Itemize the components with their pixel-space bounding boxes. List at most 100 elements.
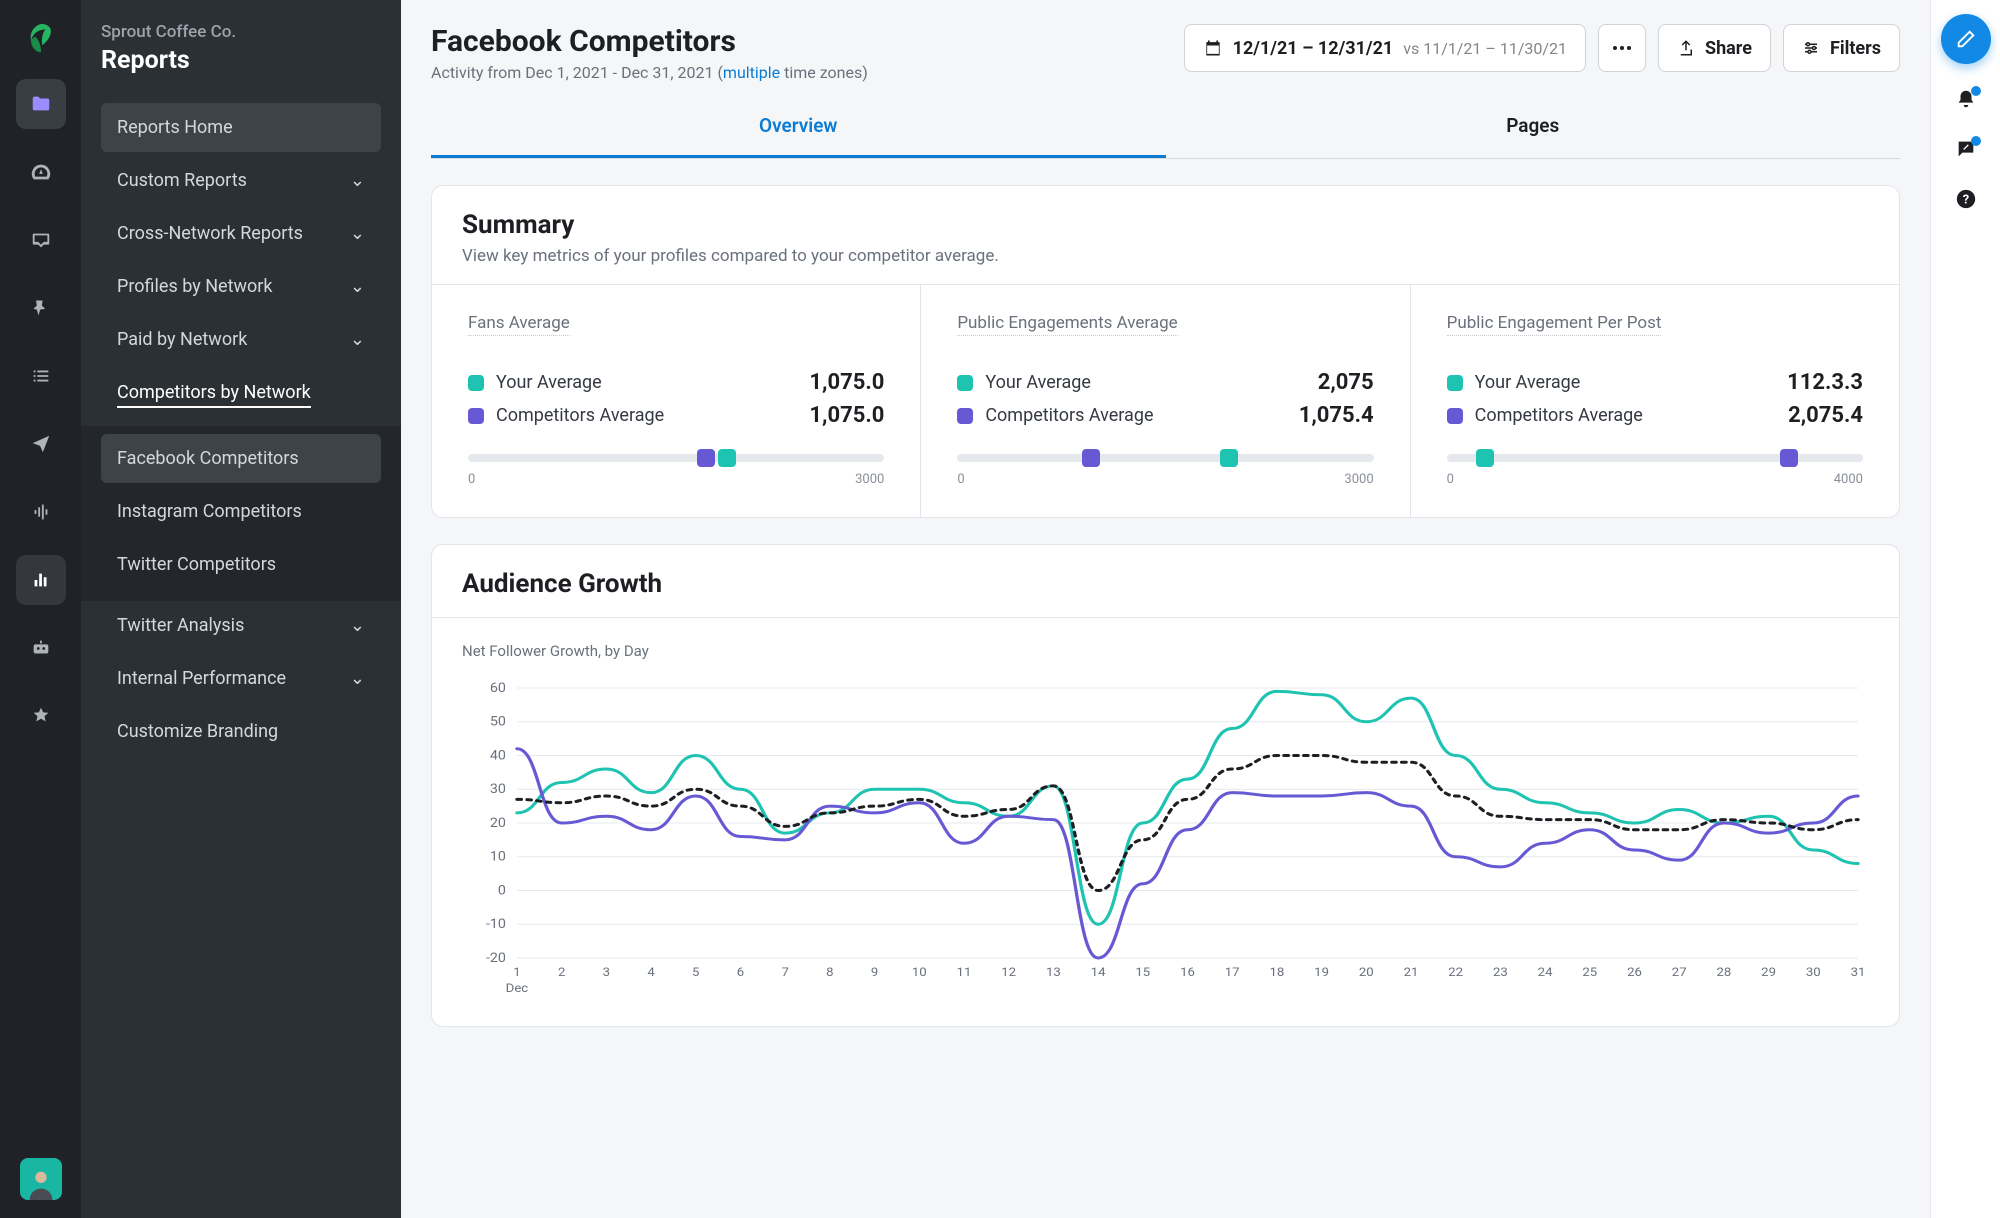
legend-swatch-purple — [957, 408, 973, 424]
sidebar-customize-branding[interactable]: Customize Branding — [101, 707, 381, 756]
metric-comp: Competitors Average 2,075.4 — [1447, 403, 1863, 428]
svg-text:19: 19 — [1314, 966, 1329, 980]
compose-icon — [1955, 28, 1977, 50]
summary-card: Summary View key metrics of your profile… — [431, 185, 1900, 518]
svg-text:11: 11 — [957, 966, 972, 980]
chevron-down-icon: ⌄ — [350, 329, 365, 350]
svg-text:29: 29 — [1761, 966, 1776, 980]
sidebar-twitter-competitors[interactable]: Twitter Competitors — [101, 540, 381, 589]
tab-overview[interactable]: Overview — [431, 96, 1166, 158]
sidebar-section-title: Reports — [101, 46, 381, 75]
chevron-down-icon: ⌄ — [350, 615, 365, 636]
legend-swatch-teal — [468, 375, 484, 391]
svg-text:30: 30 — [490, 782, 506, 797]
growth-title: Audience Growth — [462, 569, 1869, 599]
nav-bot-icon[interactable] — [16, 623, 66, 673]
compose-button[interactable] — [1941, 14, 1991, 64]
nav-audio-icon[interactable] — [16, 487, 66, 537]
svg-text:-20: -20 — [486, 951, 506, 966]
reports-sidebar: Sprout Coffee Co. Reports Reports Home C… — [81, 0, 401, 1218]
svg-text:50: 50 — [490, 714, 506, 729]
sidebar-internal-performance[interactable]: Internal Performance⌄ — [101, 654, 381, 703]
legend-swatch-purple — [1447, 408, 1463, 424]
svg-text:60: 60 — [490, 681, 506, 696]
summary-cell-title: Public Engagement Per Post — [1447, 313, 1662, 336]
notifications-icon[interactable] — [1955, 88, 1977, 114]
sidebar-custom-reports[interactable]: Custom Reports⌄ — [101, 156, 381, 205]
sidebar-paid-by-network[interactable]: Paid by Network⌄ — [101, 315, 381, 364]
sidebar-twitter-analysis[interactable]: Twitter Analysis⌄ — [101, 601, 381, 650]
svg-text:12: 12 — [1001, 966, 1016, 980]
svg-text:18: 18 — [1269, 966, 1284, 980]
metric-your: Your Average 1,075.0 — [468, 370, 884, 395]
nav-list-icon[interactable] — [16, 351, 66, 401]
sidebar-instagram-competitors[interactable]: Instagram Competitors — [101, 487, 381, 536]
share-button[interactable]: Share — [1658, 24, 1771, 72]
handle-your[interactable] — [1476, 449, 1494, 467]
feedback-icon[interactable] — [1955, 138, 1977, 164]
svg-text:10: 10 — [912, 966, 927, 980]
nav-folder-icon[interactable] — [16, 79, 66, 129]
svg-text:10: 10 — [490, 849, 506, 864]
user-avatar[interactable] — [20, 1158, 62, 1200]
svg-text:22: 22 — [1448, 966, 1463, 980]
handle-comp[interactable] — [697, 449, 715, 467]
nav-inbox-icon[interactable] — [16, 215, 66, 265]
notification-dot — [1971, 86, 1981, 96]
calendar-icon — [1203, 38, 1223, 58]
handle-your[interactable] — [1220, 449, 1238, 467]
summary-cell-title: Fans Average — [468, 313, 570, 336]
handle-comp[interactable] — [1780, 449, 1798, 467]
date-range-button[interactable]: 12/1/21 – 12/31/21 vs 11/1/21 – 11/30/21 — [1184, 24, 1586, 72]
sliders-icon — [1802, 39, 1820, 57]
report-tabs: Overview Pages — [431, 96, 1900, 159]
svg-text:27: 27 — [1672, 966, 1687, 980]
handle-your[interactable] — [718, 449, 736, 467]
summary-cell: Public Engagements Average Your Average … — [921, 285, 1410, 517]
svg-text:25: 25 — [1582, 966, 1597, 980]
nav-gauge-icon[interactable] — [16, 147, 66, 197]
handle-comp[interactable] — [1082, 449, 1100, 467]
nav-pin-icon[interactable] — [16, 283, 66, 333]
growth-subtitle: Net Follower Growth, by Day — [462, 642, 1869, 660]
svg-text:4: 4 — [647, 966, 654, 980]
more-button[interactable] — [1598, 24, 1646, 72]
sprout-logo-icon — [23, 18, 59, 58]
summary-title: Summary — [462, 210, 1869, 240]
svg-text:16: 16 — [1180, 966, 1195, 980]
tab-pages[interactable]: Pages — [1166, 96, 1901, 158]
chevron-down-icon: ⌄ — [350, 170, 365, 191]
sidebar-cross-network[interactable]: Cross-Network Reports⌄ — [101, 209, 381, 258]
filters-button[interactable]: Filters — [1783, 24, 1900, 72]
nav-reports-icon[interactable] — [16, 555, 66, 605]
sidebar-competitors-by-network[interactable]: Competitors by Network — [101, 368, 381, 422]
svg-text:40: 40 — [490, 748, 506, 763]
main-content: Facebook Competitors Activity from Dec 1… — [401, 0, 1930, 1218]
chevron-down-icon: ⌄ — [350, 276, 365, 297]
svg-text:20: 20 — [490, 816, 506, 831]
svg-text:21: 21 — [1404, 966, 1419, 980]
svg-text:30: 30 — [1806, 966, 1821, 980]
nav-send-icon[interactable] — [16, 419, 66, 469]
svg-text:26: 26 — [1627, 966, 1642, 980]
right-rail: ? — [1930, 0, 2000, 1218]
legend-swatch-purple — [468, 408, 484, 424]
summary-desc: View key metrics of your profiles compar… — [462, 246, 1869, 266]
sidebar-reports-home[interactable]: Reports Home — [101, 103, 381, 152]
metric-your: Your Average 2,075 — [957, 370, 1373, 395]
svg-text:6: 6 — [737, 966, 744, 980]
svg-text:28: 28 — [1716, 966, 1731, 980]
svg-text:1: 1 — [513, 966, 520, 980]
help-icon[interactable]: ? — [1955, 188, 1977, 214]
timezone-link[interactable]: multiple — [723, 63, 780, 82]
activity-subtitle: Activity from Dec 1, 2021 - Dec 31, 2021… — [431, 63, 868, 82]
sidebar-profiles-by-network[interactable]: Profiles by Network⌄ — [101, 262, 381, 311]
sidebar-facebook-competitors[interactable]: Facebook Competitors — [101, 434, 381, 483]
org-name: Sprout Coffee Co. — [101, 22, 381, 42]
svg-text:24: 24 — [1538, 966, 1553, 980]
legend-swatch-teal — [957, 375, 973, 391]
summary-cell-title: Public Engagements Average — [957, 313, 1177, 336]
nav-star-icon[interactable] — [16, 691, 66, 741]
svg-text:Dec: Dec — [506, 982, 529, 996]
metric-your: Your Average 112.3.3 — [1447, 370, 1863, 395]
